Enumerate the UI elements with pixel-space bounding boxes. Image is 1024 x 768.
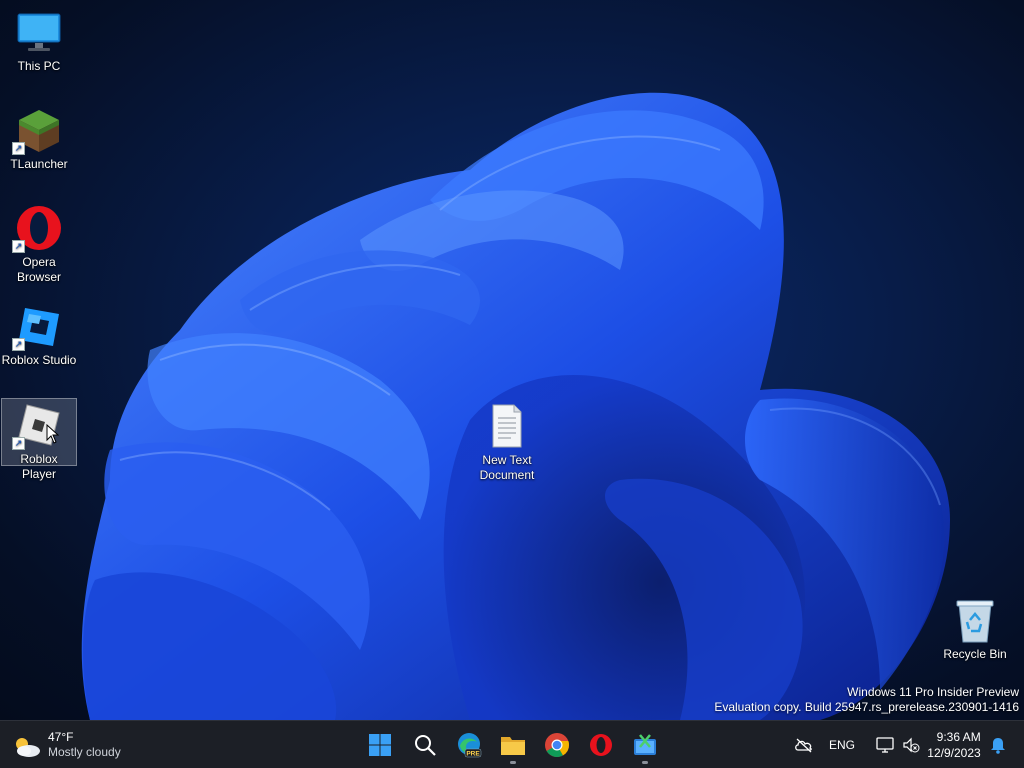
mouse-cursor-icon	[46, 424, 60, 444]
weather-condition: Mostly cloudy	[48, 745, 121, 759]
volume-muted-icon	[903, 737, 920, 753]
desktop-icon-label: Roblox Studio	[1, 353, 77, 367]
edge-pre-badge: PRE	[466, 751, 480, 758]
taskbar-app-snipping-tool[interactable]	[625, 725, 665, 765]
minecraft-grass-block-icon: ↗	[12, 106, 63, 155]
text-document-icon	[483, 402, 531, 450]
edge-pre-icon: PRE	[458, 733, 482, 758]
recycle-bin-icon	[951, 596, 999, 644]
desktop-wallpaper	[0, 0, 1024, 720]
shortcut-arrow-icon: ↗	[12, 338, 25, 351]
notifications-button[interactable]	[986, 721, 1010, 768]
monitor-icon	[15, 8, 63, 56]
running-indicator	[642, 761, 648, 764]
bloom-wallpaper-art	[81, 92, 950, 720]
clock-button[interactable]: 9:36 AM 12/9/2023	[924, 721, 984, 768]
taskbar-app-opera[interactable]	[581, 725, 621, 765]
desktop-icon-label: TLauncher	[10, 157, 68, 171]
desktop-icon-label: New Text Document	[479, 453, 535, 482]
taskbar-app-edge-pre[interactable]: PRE	[449, 725, 489, 765]
roblox-studio-icon: ↗	[12, 302, 63, 351]
partly-cloudy-icon	[16, 738, 40, 757]
folder-icon	[501, 737, 525, 755]
network-icon	[876, 737, 894, 753]
desktop-icon-label: Opera Browser	[16, 255, 61, 284]
windows-watermark: Windows 11 Pro Insider Preview Evaluatio…	[714, 685, 1019, 715]
weather-widget[interactable]: 47°F Mostly cloudy	[12, 727, 121, 763]
onedrive-offline-button[interactable]	[784, 721, 824, 768]
taskbar-app-file-explorer[interactable]	[493, 725, 533, 765]
shortcut-arrow-icon: ↗	[12, 437, 25, 450]
network-volume-button[interactable]	[868, 721, 928, 768]
chrome-icon	[545, 733, 570, 758]
watermark-edition: Windows 11 Pro Insider Preview	[847, 685, 1019, 699]
language-label: ENG	[828, 738, 855, 752]
windows-start-icon	[369, 734, 391, 756]
clock-date: 12/9/2023	[927, 746, 981, 760]
opera-icon: ↗	[12, 204, 63, 253]
shortcut-arrow-icon: ↗	[12, 240, 25, 253]
desktop-icon-recycle-bin[interactable]: Recycle Bin	[937, 594, 1013, 662]
desktop-icon-roblox-player[interactable]: ↗ Roblox Player	[1, 398, 77, 481]
desktop-icon-roblox-studio[interactable]: ↗ Roblox Studio	[1, 300, 77, 368]
snipping-tool-icon	[634, 734, 656, 755]
running-indicator	[510, 761, 516, 764]
taskbar-app-chrome[interactable]	[537, 725, 577, 765]
taskbar: 47°F Mostly cloudy PRE ENG 9:36 AM 12/9/…	[0, 720, 1024, 768]
desktop-icon-label: Roblox Player	[20, 452, 58, 481]
search-icon	[415, 735, 436, 756]
weather-temperature: 47°F	[48, 730, 74, 744]
clock-time: 9:36 AM	[936, 730, 981, 744]
shortcut-arrow-icon: ↗	[12, 142, 25, 155]
cloud-offline-icon	[795, 738, 812, 753]
desktop-icon-opera-browser[interactable]: ↗ Opera Browser	[1, 202, 77, 285]
desktop-icon-tlauncher[interactable]: ↗ TLauncher	[1, 104, 77, 172]
desktop-icon-this-pc[interactable]: This PC	[1, 6, 77, 74]
opera-icon	[590, 734, 612, 756]
start-button[interactable]	[360, 725, 400, 765]
desktop-icon-new-text-document[interactable]: New Text Document	[469, 400, 545, 483]
watermark-build: Evaluation copy. Build 25947.rs_prerelea…	[714, 700, 1019, 714]
desktop-icon-label: Recycle Bin	[943, 647, 1007, 661]
bell-icon	[991, 738, 1005, 754]
desktop-icon-label: This PC	[17, 59, 61, 73]
language-indicator[interactable]: ENG	[824, 721, 860, 768]
search-button[interactable]	[405, 725, 445, 765]
